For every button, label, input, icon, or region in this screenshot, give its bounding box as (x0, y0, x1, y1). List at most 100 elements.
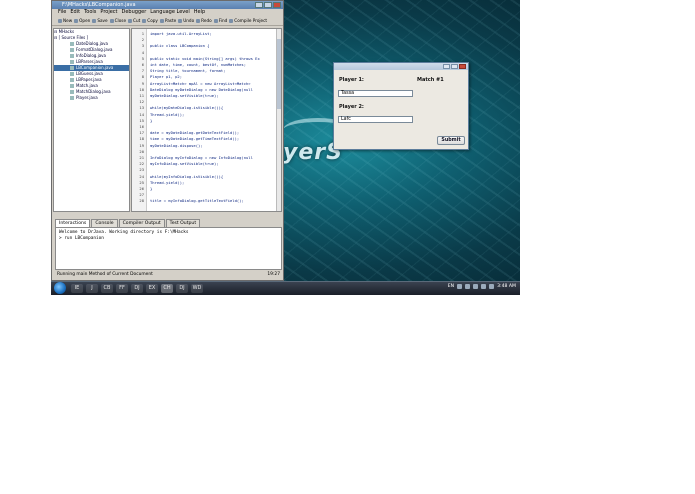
new-icon (58, 18, 62, 23)
toolbar-cut-button[interactable]: Cut (128, 16, 140, 25)
line-number: 11 (139, 93, 144, 98)
maximize-button[interactable] (264, 2, 272, 8)
toolbar-redo-button[interactable]: Redo (196, 16, 212, 25)
code-line: 12 (132, 99, 281, 105)
player1-input[interactable]: Tassa (338, 90, 413, 97)
tree-file[interactable]: Player.java (54, 95, 129, 101)
scrollbar-thumb[interactable] (277, 39, 281, 109)
line-number: 16 (139, 124, 144, 129)
menu-item-file[interactable]: File (58, 9, 66, 16)
toolbar-undo-button[interactable]: Undo (178, 16, 194, 25)
code-text: date = myDateDialog.getDateTextField(); (150, 130, 240, 136)
drjava-window: F:\MHacks\LBCompanion.java File Edit Tools… (51, 0, 284, 281)
tray-icon[interactable] (465, 284, 471, 289)
tray-icon[interactable] (473, 284, 479, 289)
system-tray: EN 3:48 AM (448, 284, 516, 289)
dialog-close-button[interactable] (459, 64, 466, 69)
line-number: 10 (139, 86, 144, 92)
toolbar-compile-project-button[interactable]: Compile Project (229, 16, 267, 25)
java-file-icon (70, 90, 74, 94)
code-line: 15 } (132, 118, 281, 124)
clock[interactable]: 3:48 AM (497, 284, 516, 289)
code-line: 4 (132, 50, 281, 56)
line-number: 24 (139, 173, 144, 179)
toolbar-open-button[interactable]: Open (74, 16, 90, 25)
code-line: 27 (132, 192, 281, 198)
tab-interactions[interactable]: Interactions (55, 219, 91, 227)
tab-test-output[interactable]: Test Output (165, 219, 201, 227)
code-line: 10 DateDialog myDateDialog = new DateDia… (132, 87, 281, 93)
menu-item-debugger[interactable]: Debugger (122, 9, 147, 16)
code-text: String title, tournament, format; (150, 68, 226, 74)
code-text: while(myDateDialog.isVisible()){ (150, 105, 224, 111)
toolbar-save-button[interactable]: Save (92, 16, 108, 25)
menu-item-help[interactable]: Help (194, 9, 205, 16)
menu-item-tools[interactable]: Tools (84, 9, 96, 16)
start-button[interactable] (54, 282, 66, 294)
toolbar-new-button[interactable]: New (58, 16, 72, 25)
toolbar-close-button[interactable]: Close (109, 16, 126, 25)
java-file-icon (70, 96, 74, 100)
java-file-icon (70, 78, 74, 82)
taskbar-app-icon[interactable]: DJ (131, 284, 143, 293)
player1-label: Player 1: (339, 77, 364, 83)
tab-console[interactable]: Console (91, 219, 118, 227)
network-icon[interactable] (489, 284, 495, 289)
editor-scrollbar[interactable] (276, 29, 281, 211)
code-text: Player p1, p2; (150, 74, 183, 80)
java-file-icon (70, 42, 74, 46)
copy-icon (142, 18, 147, 23)
code-text: public class LBCompanion { (150, 43, 210, 49)
toolbar-find-button[interactable]: Find (213, 16, 227, 25)
taskbar-app-icon[interactable]: DJ (176, 284, 188, 293)
dialog-minimize-button[interactable] (443, 64, 450, 69)
language-indicator[interactable]: EN (448, 284, 454, 289)
toolbar-paste-button[interactable]: Paste (159, 16, 176, 25)
code-line: 24 while(myInfoDialog.isVisible()){ (132, 174, 281, 180)
save-icon (92, 18, 97, 23)
code-text: } (150, 186, 153, 191)
taskbar-app-icon[interactable]: EX (146, 284, 158, 293)
status-text: Running main Method of Current Document (57, 272, 153, 277)
code-text: myDateDialog.setVisible(true); (150, 93, 219, 98)
code-line: 6 int date, time, count, bestOf, numMatc… (132, 62, 281, 68)
line-number: 26 (139, 186, 144, 191)
tab-compiler-output[interactable]: Compiler Output (118, 219, 165, 227)
submit-button[interactable]: Submit (437, 136, 465, 145)
cursor-position: 19:27 (267, 272, 280, 277)
menu-item-project[interactable]: Project (100, 9, 117, 16)
code-text: time = myDateDialog.getTimeTextField(); (150, 136, 240, 142)
volume-icon[interactable] (481, 284, 487, 289)
window-titlebar[interactable]: F:\MHacks\LBCompanion.java (52, 1, 283, 9)
taskbar-app-icon[interactable]: WD (191, 284, 203, 293)
code-text: DateDialog myDateDialog = new DateDialog… (150, 86, 253, 92)
toolbar-copy-button[interactable]: Copy (142, 16, 158, 25)
code-text: myDateDialog.dispose(); (150, 142, 203, 148)
line-number: 5 (141, 55, 144, 61)
player2-input[interactable]: Lafc (338, 116, 413, 123)
line-number: 9 (141, 80, 144, 86)
line-number: 18 (139, 136, 144, 142)
code-line: 1 import java.util.ArrayList; (132, 31, 281, 37)
dialog-titlebar[interactable] (334, 63, 468, 70)
taskbar-app-icon[interactable]: CB (101, 284, 113, 293)
taskbar-app-icon[interactable]: CH (161, 284, 173, 293)
tray-icon[interactable] (457, 284, 463, 289)
close-button[interactable] (273, 2, 281, 8)
code-line: 5 public static void main(String[] args)… (132, 56, 281, 62)
taskbar-app-icon[interactable]: IE (71, 284, 83, 293)
code-line: 16 (132, 124, 281, 130)
interactions-pane[interactable]: Welcome to DrJava. Working directory is … (55, 227, 282, 270)
code-line: 9 ArrayList<Match> mpAl = new ArrayList<… (132, 81, 281, 87)
dialog-maximize-button[interactable] (451, 64, 458, 69)
taskbar-app-icon[interactable]: FF (116, 284, 128, 293)
menu-item-edit[interactable]: Edit (70, 9, 80, 16)
minimize-button[interactable] (255, 2, 263, 8)
taskbar-apps: IE J CB FF DJ EX CH DJ WD (71, 284, 203, 293)
line-number: 17 (139, 130, 144, 136)
code-text: public static void main(String[] args) t… (150, 55, 260, 61)
menu-item-language-level[interactable]: Language Level (150, 9, 189, 16)
taskbar-app-icon[interactable]: J (86, 284, 98, 293)
code-line: 8 Player p1, p2; (132, 74, 281, 80)
code-editor[interactable]: 1 import java.util.ArrayList; 2 3 public cla… (131, 28, 282, 212)
